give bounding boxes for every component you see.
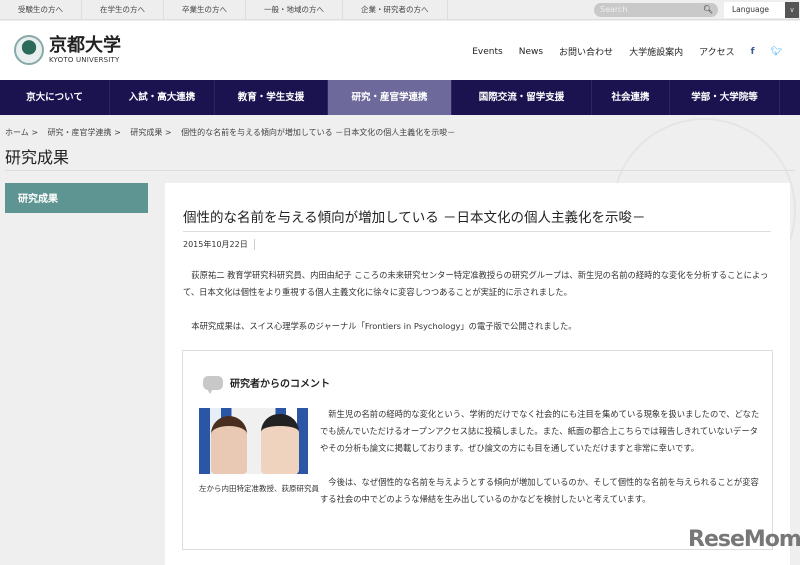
language-label: Language	[732, 5, 770, 14]
nav-education[interactable]: 教育・学生支援	[215, 80, 328, 115]
language-select[interactable]: Language ∨	[724, 2, 799, 18]
nav-admissions[interactable]: 入試・高大連携	[110, 80, 215, 115]
search-placeholder: Search	[600, 5, 628, 14]
link-events[interactable]: Events	[472, 47, 502, 57]
link-prospective-students[interactable]: 受験生の方へ	[0, 0, 82, 20]
sidebar-item-research-results[interactable]: 研究成果	[5, 183, 148, 213]
article-title: 個性的な名前を与える傾向が増加している －日本文化の個人主義化を示唆－	[183, 210, 646, 226]
main-nav: 京大について 入試・高大連携 教育・学生支援 研究・産官学連携 国際交流・留学支…	[0, 80, 800, 115]
article-paragraph: 本研究成果は、スイス心理学系のジャーナル「Frontiers in Psycho…	[183, 321, 577, 331]
comment-paragraph: 新生児の名前の経時的な変化という、学術的だけでなく社会的にも注目を集めている現象…	[320, 409, 760, 453]
link-current-students[interactable]: 在学生の方へ	[82, 0, 164, 20]
search-icon[interactable]: 🔍︎	[703, 3, 713, 17]
page-title: 研究成果	[5, 148, 70, 167]
resemom-watermark: ReseMom	[688, 527, 800, 552]
article-paragraph: 荻原祐二 教育学研究科研究員、内田由紀子 こころの未来研究センター特定准教授らの…	[183, 270, 769, 297]
search-input[interactable]: Search 🔍︎	[594, 3, 718, 17]
seal-icon	[14, 35, 44, 65]
breadcrumb-results[interactable]: 研究成果	[130, 128, 162, 137]
link-access[interactable]: アクセス	[699, 45, 735, 58]
link-public[interactable]: 一般・地域の方へ	[246, 0, 343, 20]
breadcrumb-current: 個性的な名前を与える傾向が増加している －日本文化の個人主義化を示唆－	[181, 128, 456, 137]
divider	[5, 170, 795, 171]
link-alumni[interactable]: 卒業生の方へ	[164, 0, 246, 20]
nav-faculties[interactable]: 学部・大学院等	[670, 80, 780, 115]
speech-bubble-icon	[203, 375, 223, 394]
university-logo[interactable]: 京都大学 KYOTO UNIVERSITY	[14, 35, 121, 65]
logo-jp: 京都大学	[49, 35, 121, 56]
chevron-down-icon: ∨	[785, 2, 799, 18]
article-date: 2015年10月22日	[183, 239, 255, 250]
breadcrumb-home[interactable]: ホーム	[5, 128, 29, 137]
photo-caption: 左から内田特定准教授、荻原研究員	[199, 484, 319, 493]
site-header: 京都大学 KYOTO UNIVERSITY Events News お問い合わせ …	[0, 21, 800, 80]
nav-about[interactable]: 京大について	[0, 80, 110, 115]
header-nav: Events News お問い合わせ 大学施設案内 アクセス f 🐦︎	[472, 45, 782, 59]
breadcrumb-research[interactable]: 研究・産官学連携	[48, 128, 112, 137]
link-news[interactable]: News	[519, 47, 543, 57]
researcher-comment-box: 研究者からのコメント 左から内田特定准教授、荻原研究員 新生児の名前の経時的な変…	[182, 350, 773, 550]
link-business-researchers[interactable]: 企業・研究者の方へ	[343, 0, 448, 20]
comment-paragraph: 今後は、なぜ個性的な名前を与えようとする傾向が増加しているのか、そして個性的な名…	[320, 477, 759, 504]
link-contact[interactable]: お問い合わせ	[559, 45, 613, 58]
logo-en: KYOTO UNIVERSITY	[49, 56, 120, 64]
divider	[183, 231, 771, 232]
breadcrumb-separator: >	[114, 128, 121, 137]
nav-community[interactable]: 社会連携	[592, 80, 670, 115]
breadcrumb-separator: >	[31, 128, 39, 137]
twitter-icon[interactable]: 🐦︎	[771, 47, 782, 57]
nav-international[interactable]: 国際交流・留学支援	[452, 80, 592, 115]
breadcrumb: ホーム > 研究・産官学連携 > 研究成果 > 個性的な名前を与える傾向が増加し…	[5, 127, 462, 138]
researchers-photo	[199, 408, 308, 474]
comment-heading: 研究者からのコメント	[230, 379, 330, 390]
article: 個性的な名前を与える傾向が増加している －日本文化の個人主義化を示唆－ 2015…	[165, 183, 790, 565]
breadcrumb-separator: >	[164, 128, 172, 137]
nav-research[interactable]: 研究・産官学連携	[328, 80, 452, 115]
link-facilities[interactable]: 大学施設案内	[629, 45, 683, 58]
facebook-icon[interactable]: f	[751, 47, 755, 57]
